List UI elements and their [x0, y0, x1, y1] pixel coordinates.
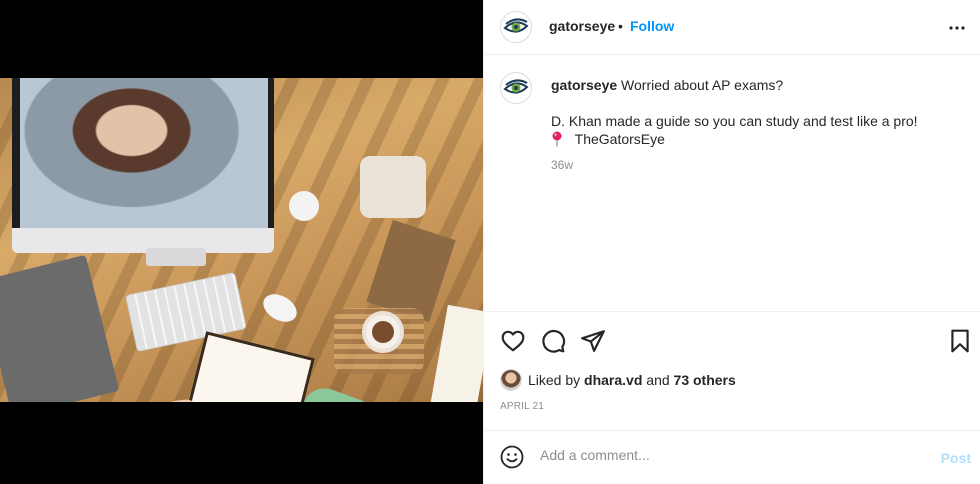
- liker-username[interactable]: dhara.vd: [584, 372, 642, 388]
- caption-text: gatorseye Worried about AP exams? D. Kha…: [551, 76, 961, 174]
- caption-line-1: Worried about AP exams?: [621, 77, 784, 93]
- header-username[interactable]: gatorseye: [549, 18, 615, 34]
- post-timestamp[interactable]: 36w: [551, 156, 961, 174]
- post-photo: [0, 78, 483, 402]
- round-pushpin-icon: [552, 131, 562, 147]
- share-icon[interactable]: [580, 328, 606, 354]
- post-header: gatorseye • Follow: [484, 0, 980, 55]
- liker-avatar[interactable]: [500, 369, 522, 391]
- comment-icon[interactable]: [540, 328, 566, 354]
- caption-username[interactable]: gatorseye: [551, 77, 617, 93]
- like-heart-icon[interactable]: [500, 328, 526, 354]
- caption-line-2: D. Khan made a guide so you can study an…: [551, 113, 918, 129]
- post-comment-button[interactable]: Post: [941, 450, 971, 466]
- likes-others-link[interactable]: 73 others: [674, 372, 736, 388]
- post-side-panel: gatorseye • Follow gatorseye Worried abo…: [483, 0, 980, 484]
- smiley-icon[interactable]: [500, 445, 524, 469]
- likes-prefix: Liked by: [528, 372, 581, 388]
- likes-summary: Liked by dhara.vd and 73 others: [500, 368, 736, 392]
- post-media[interactable]: [0, 0, 483, 484]
- comment-input[interactable]: [540, 447, 920, 463]
- profile-avatar[interactable]: [500, 11, 532, 43]
- post-date[interactable]: APRIL 21: [500, 401, 544, 412]
- caption-avatar[interactable]: [500, 72, 532, 104]
- bookmark-icon[interactable]: [947, 328, 973, 354]
- post-actions: [484, 311, 980, 367]
- header-separator: •: [618, 18, 623, 34]
- comment-bar: Post: [484, 430, 980, 484]
- gator-eye-logo-icon: [503, 18, 529, 33]
- caption-line-3: TheGatorsEye: [574, 131, 665, 147]
- gator-eye-logo-icon: [503, 79, 529, 94]
- likes-middle: and: [646, 372, 670, 388]
- follow-button[interactable]: Follow: [630, 18, 674, 34]
- more-options-icon[interactable]: [945, 16, 969, 40]
